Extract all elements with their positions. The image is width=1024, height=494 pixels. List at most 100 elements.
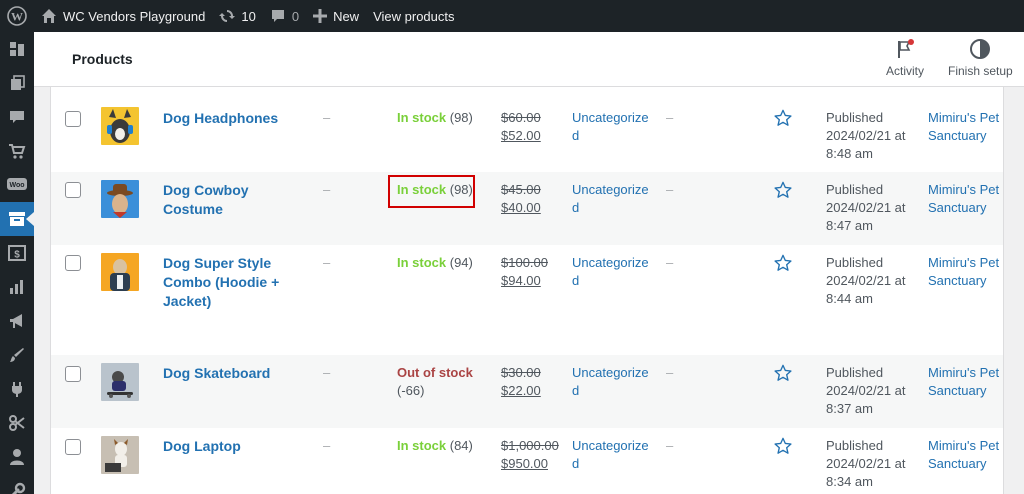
site-name-link[interactable]: WC Vendors Playground: [34, 0, 212, 32]
posts-icon[interactable]: [0, 66, 34, 100]
product-thumbnail[interactable]: [101, 436, 139, 474]
product-name-link[interactable]: Dog Laptop: [163, 437, 303, 456]
product-thumbnail[interactable]: [101, 253, 139, 291]
stock-count: (98): [449, 110, 473, 125]
products-icon[interactable]: [0, 202, 34, 236]
products-table: Dog Headphones – In stock (98) $60.00 $52…: [50, 87, 1004, 494]
date-cell: Published 2024/02/21 at 8:48 am: [826, 109, 916, 163]
stock-cell: In stock (98): [397, 109, 487, 127]
product-name-link[interactable]: Dog Cowboy Costume: [163, 181, 303, 219]
comments-link[interactable]: 0: [263, 0, 306, 32]
marketing-icon[interactable]: [0, 304, 34, 338]
stock-count: (84): [449, 438, 473, 453]
category-link[interactable]: Uncategorized: [572, 437, 652, 473]
product-name-link[interactable]: Dog Skateboard: [163, 364, 303, 383]
vendor-link[interactable]: Mimiru's Pet Sanctuary: [928, 254, 1003, 290]
regular-price: $1,000.00: [501, 438, 559, 453]
row-checkbox[interactable]: [65, 255, 81, 271]
category-link[interactable]: Uncategorized: [572, 364, 652, 400]
product-name-link[interactable]: Dog Super Style Combo (Hoodie + Jacket): [163, 254, 303, 311]
tools-icon[interactable]: [0, 406, 34, 440]
date-status: Published: [826, 110, 884, 125]
flag-icon: [896, 38, 914, 60]
sku-value: –: [323, 182, 331, 197]
date-cell: Published 2024/02/21 at 8:37 am: [826, 364, 916, 418]
featured-star-icon[interactable]: [774, 254, 792, 275]
sale-price: $22.00: [501, 383, 541, 398]
price-cell: $45.00 $40.00: [501, 181, 561, 217]
product-name-link[interactable]: Dog Headphones: [163, 109, 303, 128]
new-label: New: [333, 8, 360, 24]
sku-value: –: [323, 110, 331, 125]
table-row: Dog Skateboard – Out of stock (-66) $30.0…: [51, 355, 1003, 428]
vendor-link[interactable]: Mimiru's Pet Sanctuary: [928, 437, 1003, 473]
date-value: 2024/02/21 at 8:47 am: [826, 200, 906, 233]
svg-text:$: $: [14, 250, 20, 261]
activity-label: Activity: [886, 64, 925, 78]
vendor-link[interactable]: Mimiru's Pet Sanctuary: [928, 109, 1003, 145]
appearance-icon[interactable]: [0, 338, 34, 372]
stock-cell: In stock (94): [397, 254, 487, 272]
activity-button[interactable]: Activity: [886, 38, 924, 78]
price-cell: $100.00 $94.00: [501, 254, 561, 290]
admin-bar: W WC Vendors Playground 10 0 New View pr…: [0, 0, 1024, 32]
cart-icon[interactable]: [0, 134, 34, 168]
table-row: Dog Laptop – In stock (84) $1,000.00 $950…: [51, 428, 1003, 494]
row-checkbox[interactable]: [65, 366, 81, 382]
vendor-link[interactable]: Mimiru's Pet Sanctuary: [928, 364, 1003, 400]
product-thumbnail[interactable]: [101, 363, 139, 401]
sku-value: –: [323, 365, 331, 380]
updates-link[interactable]: 10: [212, 0, 262, 32]
refresh-icon: [219, 8, 236, 24]
users-icon[interactable]: [0, 440, 34, 474]
comments-menu-icon[interactable]: [0, 100, 34, 134]
featured-star-icon[interactable]: [774, 437, 792, 458]
featured-star-icon[interactable]: [774, 364, 792, 385]
new-content-link[interactable]: New: [306, 0, 366, 32]
wordpress-logo-icon[interactable]: W: [0, 0, 34, 32]
dashboard-icon[interactable]: [0, 32, 34, 66]
stock-cell: Out of stock (-66): [397, 364, 487, 400]
row-checkbox[interactable]: [65, 182, 81, 198]
row-checkbox[interactable]: [65, 111, 81, 127]
regular-price: $100.00: [501, 255, 548, 270]
date-status: Published: [826, 255, 884, 270]
date-value: 2024/02/21 at 8:37 am: [826, 383, 906, 416]
featured-star-icon[interactable]: [774, 109, 792, 130]
sku-value: –: [323, 438, 331, 453]
product-thumbnail[interactable]: [101, 107, 139, 145]
table-row: Dog Headphones – In stock (98) $60.00 $52…: [51, 87, 1003, 172]
stock-count: (-66): [397, 383, 425, 398]
stock-status: In stock: [397, 255, 447, 270]
product-thumbnail[interactable]: [101, 180, 139, 218]
plugins-icon[interactable]: [0, 372, 34, 406]
sale-price: $40.00: [501, 200, 541, 215]
woocommerce-icon[interactable]: Woo: [0, 168, 34, 202]
stock-status: In stock: [397, 110, 447, 125]
finish-setup-label: Finish setup: [948, 64, 1013, 78]
vendor-link[interactable]: Mimiru's Pet Sanctuary: [928, 181, 1003, 217]
date-cell: Published 2024/02/21 at 8:47 am: [826, 181, 916, 235]
featured-star-icon[interactable]: [774, 181, 792, 202]
analytics-icon[interactable]: [0, 270, 34, 304]
category-link[interactable]: Uncategorized: [572, 254, 652, 290]
stock-highlight-box: [388, 175, 475, 208]
stock-cell: In stock (84): [397, 437, 487, 455]
view-products-link[interactable]: View products: [366, 0, 461, 32]
date-status: Published: [826, 365, 884, 380]
row-checkbox[interactable]: [65, 439, 81, 455]
sku-value: –: [323, 255, 331, 270]
sale-price: $950.00: [501, 456, 548, 471]
category-link[interactable]: Uncategorized: [572, 109, 652, 145]
date-status: Published: [826, 182, 884, 197]
price-cell: $1,000.00 $950.00: [501, 437, 561, 473]
page-title: Products: [72, 51, 133, 67]
settings-wrench-icon[interactable]: [0, 474, 34, 494]
admin-sidebar: Woo $: [0, 32, 34, 494]
category-link[interactable]: Uncategorized: [572, 181, 652, 217]
date-value: 2024/02/21 at 8:34 am: [826, 456, 906, 489]
payments-icon[interactable]: $: [0, 236, 34, 270]
finish-setup-button[interactable]: Finish setup: [948, 38, 1013, 78]
table-row: Dog Super Style Combo (Hoodie + Jacket) …: [51, 245, 1003, 355]
date-cell: Published 2024/02/21 at 8:44 am: [826, 254, 916, 308]
